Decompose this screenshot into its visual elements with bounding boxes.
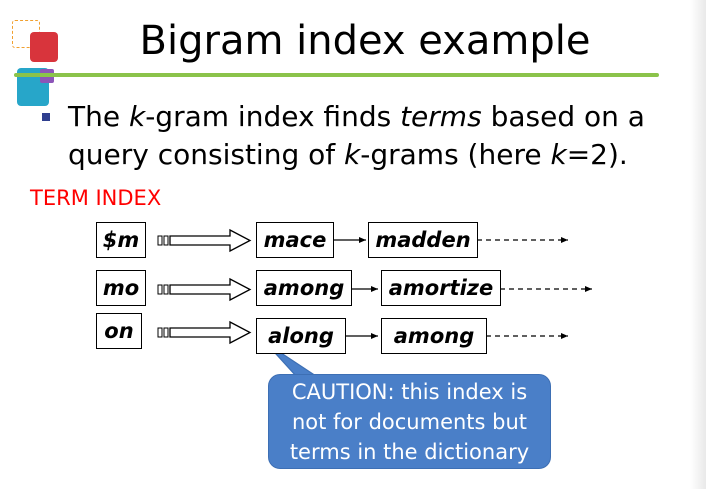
term-box: along — [256, 318, 346, 354]
bigram-box: $m — [96, 222, 146, 258]
term-box: among — [256, 270, 352, 306]
caution-callout: CAUTION: this index is not for documents… — [268, 374, 551, 469]
term-box: among — [381, 318, 487, 354]
bigram-box: on — [96, 313, 142, 349]
caution-line-2: not for documents but — [291, 410, 528, 434]
caution-line-1: CAUTION: this index is — [291, 380, 528, 404]
pointer-arrow-row-3 — [157, 320, 252, 345]
term-box: mace — [256, 222, 334, 258]
caution-line-3: terms in the dictionary — [289, 440, 530, 464]
pointer-arrow-row-2 — [157, 277, 252, 302]
pointer-arrow-row-1 — [157, 228, 252, 253]
bigram-box: mo — [96, 270, 146, 306]
term-box: amortize — [381, 270, 501, 306]
term-box: madden — [368, 222, 478, 258]
